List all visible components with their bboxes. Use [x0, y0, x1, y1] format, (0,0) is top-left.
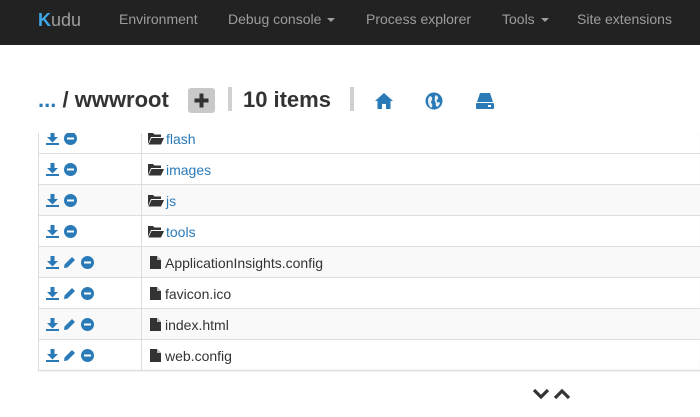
- chevron-down-icon: [540, 18, 549, 23]
- edit-icon[interactable]: [63, 256, 76, 269]
- home-icon[interactable]: [374, 92, 394, 110]
- brand-logo[interactable]: Kudu: [38, 9, 81, 31]
- file-name: web.config: [165, 348, 232, 364]
- row-actions: [38, 247, 142, 278]
- breadcrumb: ... / wwwroot: [38, 86, 169, 114]
- chevron-down-icon: [327, 18, 336, 23]
- row-actions: [38, 340, 142, 371]
- file-table[interactable]: flash images js tools ApplicationInsight…: [38, 133, 700, 372]
- item-count-number: 10: [243, 87, 268, 112]
- add-button[interactable]: [188, 88, 215, 113]
- table-row[interactable]: ApplicationInsights.config: [38, 247, 700, 278]
- delete-icon[interactable]: [81, 349, 94, 362]
- file-icon: [150, 349, 161, 362]
- download-icon[interactable]: [46, 318, 59, 331]
- globe-icon[interactable]: [425, 92, 443, 110]
- table-row[interactable]: index.html: [38, 309, 700, 340]
- folder-open-icon: [148, 133, 164, 145]
- brand-logo-rest: udu: [51, 10, 82, 30]
- chevron-up-icon[interactable]: [554, 388, 570, 400]
- breadcrumb-parent-link[interactable]: ...: [38, 87, 56, 112]
- table-row[interactable]: web.config: [38, 340, 700, 371]
- file-icon: [150, 256, 161, 269]
- folder-link[interactable]: js: [166, 186, 176, 217]
- table-row[interactable]: favicon.ico: [38, 278, 700, 309]
- nav-environment-label: Environment: [119, 11, 198, 27]
- download-icon[interactable]: [46, 225, 59, 238]
- delete-icon[interactable]: [64, 225, 77, 238]
- edit-icon[interactable]: [63, 349, 76, 362]
- delete-icon[interactable]: [64, 163, 77, 176]
- delete-icon[interactable]: [81, 256, 94, 269]
- nav-site-extensions-label: Site extensions: [577, 11, 672, 27]
- table-row[interactable]: images: [38, 154, 700, 185]
- edit-icon[interactable]: [63, 287, 76, 300]
- breadcrumb-separator: /: [62, 87, 69, 112]
- folder-open-icon: [148, 195, 164, 207]
- nav-debug-console[interactable]: Debug console: [228, 11, 336, 27]
- row-actions: [38, 133, 142, 154]
- row-actions: [38, 185, 142, 216]
- nav-debug-console-label: Debug console: [228, 11, 322, 27]
- table-row[interactable]: js: [38, 185, 700, 216]
- delete-icon[interactable]: [81, 318, 94, 331]
- file-name: favicon.ico: [165, 286, 232, 302]
- nav-process-explorer[interactable]: Process explorer: [366, 11, 471, 27]
- file-icon: [150, 318, 161, 331]
- folder-link[interactable]: flash: [166, 133, 196, 155]
- nav-process-explorer-label: Process explorer: [366, 11, 472, 27]
- top-navbar: Kudu Environment Debug console Process e…: [0, 0, 700, 45]
- row-actions: [38, 154, 142, 185]
- folder-open-icon: [148, 164, 164, 176]
- delete-icon[interactable]: [64, 194, 77, 207]
- table-row[interactable]: flash: [38, 133, 700, 154]
- row-actions: [38, 309, 142, 340]
- item-count: 10 items: [243, 86, 331, 114]
- header-divider: [350, 87, 354, 111]
- folder-link[interactable]: images: [166, 155, 211, 186]
- folder-link[interactable]: tools: [166, 217, 196, 248]
- row-actions: [38, 216, 142, 247]
- download-icon[interactable]: [46, 194, 59, 207]
- brand-logo-k: K: [38, 10, 51, 30]
- table-row[interactable]: tools: [38, 216, 700, 247]
- download-icon[interactable]: [46, 349, 59, 362]
- nav-site-extensions[interactable]: Site extensions: [577, 11, 672, 27]
- download-icon[interactable]: [46, 256, 59, 269]
- breadcrumb-current-folder: wwwroot: [74, 87, 169, 112]
- row-actions: [38, 278, 142, 309]
- download-icon[interactable]: [46, 163, 59, 176]
- nav-environment[interactable]: Environment: [119, 11, 198, 27]
- file-name: index.html: [165, 317, 229, 333]
- header-divider: [228, 87, 232, 111]
- download-icon[interactable]: [46, 133, 59, 145]
- plus-icon: [194, 93, 209, 108]
- nav-tools-label: Tools: [502, 11, 535, 27]
- edit-icon[interactable]: [63, 318, 76, 331]
- file-icon: [150, 287, 161, 300]
- chevron-down-icon[interactable]: [533, 388, 549, 400]
- nav-tools[interactable]: Tools: [502, 11, 549, 27]
- item-count-label: items: [273, 87, 331, 112]
- file-name: ApplicationInsights.config: [165, 255, 323, 271]
- delete-icon[interactable]: [81, 287, 94, 300]
- download-icon[interactable]: [46, 287, 59, 300]
- folder-open-icon: [148, 226, 164, 238]
- drive-icon[interactable]: [475, 92, 495, 110]
- delete-icon[interactable]: [64, 133, 77, 145]
